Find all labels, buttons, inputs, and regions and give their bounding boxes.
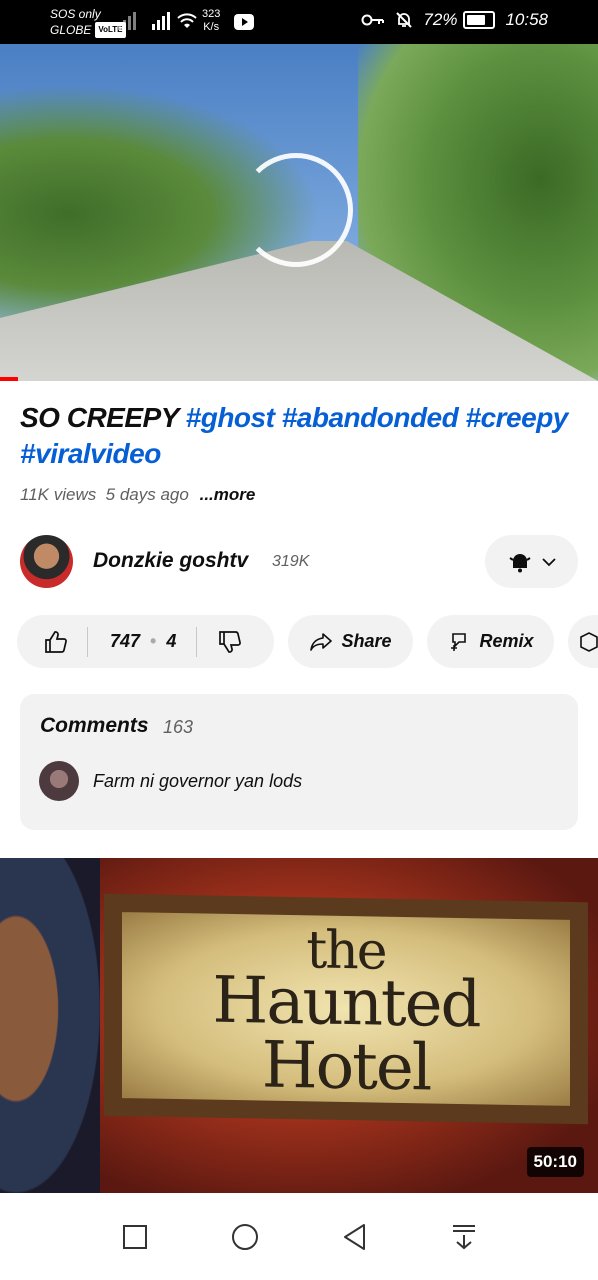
action-bar: 747 • 4 Share Remix [17, 615, 598, 668]
dislike-count[interactable]: 4 [166, 631, 176, 652]
thumbs-down-icon[interactable] [217, 629, 243, 655]
hashtag-link[interactable]: #ghost [186, 402, 275, 433]
chevron-down-icon [541, 557, 556, 566]
remix-button[interactable]: Remix [427, 615, 554, 668]
wifi-icon [177, 13, 197, 28]
hashtag-link[interactable]: #creepy [466, 402, 569, 433]
network-speed: 323 K/s [202, 8, 221, 33]
carrier-info: SOS only GLOBE VoLTE [50, 6, 126, 38]
share-arrow-icon [310, 632, 333, 651]
top-comment: Farm ni governor yan lods [93, 771, 303, 791]
view-count: 11K views [20, 485, 97, 504]
hashtag-link[interactable]: #abandonded [282, 402, 459, 433]
hashtag-link[interactable]: #viralvideo [20, 438, 161, 469]
video-title[interactable]: SO CREEPY #ghost #abandonded #creepy #vi… [20, 400, 580, 472]
thumbs-up-icon[interactable] [43, 629, 69, 655]
collapse-icon[interactable] [451, 1223, 477, 1251]
system-nav-bar [0, 1193, 598, 1280]
thumbnail-face [0, 858, 100, 1193]
comments-card[interactable]: Comments 163 Farm ni governor yan lods [20, 694, 578, 830]
remix-icon [451, 632, 467, 651]
key-icon [361, 14, 385, 26]
video-meta[interactable]: 11K views 5 days ago ...more [20, 485, 255, 505]
more-link[interactable]: ...more [200, 485, 256, 504]
next-video-thumbnail[interactable]: the Haunted Hotel 50:10 [0, 858, 598, 1193]
muted-bell-icon [396, 12, 413, 28]
video-player[interactable] [0, 44, 598, 381]
loading-spinner-icon [239, 153, 353, 267]
super-thanks-icon [580, 631, 598, 652]
clock: 10:58 [505, 10, 548, 29]
upload-age: 5 days ago [105, 485, 189, 504]
share-button[interactable]: Share [288, 615, 413, 668]
bell-icon [508, 553, 531, 572]
sign-frame: the Haunted Hotel [104, 893, 588, 1125]
channel-name[interactable]: Donzkie goshtv [93, 549, 248, 573]
video-progress-bar[interactable] [0, 377, 18, 381]
youtube-notification-icon [234, 14, 254, 30]
status-bar: SOS only GLOBE VoLTE 323 K/s 72% 10:58 [0, 0, 598, 44]
channel-row[interactable]: Donzkie goshtv 319K [20, 535, 578, 589]
triangle-back-icon[interactable] [342, 1223, 368, 1251]
battery-percent: 72% [423, 10, 458, 29]
comments-heading: Comments [40, 714, 149, 737]
commenter-avatar [39, 761, 79, 801]
circle-icon[interactable] [231, 1223, 259, 1251]
thanks-button[interactable] [568, 615, 598, 668]
comments-count: 163 [163, 717, 194, 737]
thumbnail-sign-text: the Haunted Hotel [212, 920, 480, 1106]
like-dislike-pill: 747 • 4 [17, 615, 274, 668]
carrier-line-2: GLOBE [50, 23, 92, 37]
battery-icon [463, 11, 496, 29]
carrier-line-1: SOS only [50, 7, 101, 21]
subscriber-count: 319K [272, 553, 310, 570]
square-icon[interactable] [122, 1224, 148, 1250]
share-label: Share [341, 631, 392, 651]
subscribed-bell-button[interactable] [485, 535, 578, 588]
video-duration: 50:10 [526, 1147, 584, 1177]
sim1-signal-icon [118, 10, 136, 30]
remix-label: Remix [479, 631, 534, 651]
like-count[interactable]: 747 [110, 631, 140, 652]
sim2-signal-icon [152, 10, 170, 30]
channel-avatar[interactable] [20, 535, 73, 588]
